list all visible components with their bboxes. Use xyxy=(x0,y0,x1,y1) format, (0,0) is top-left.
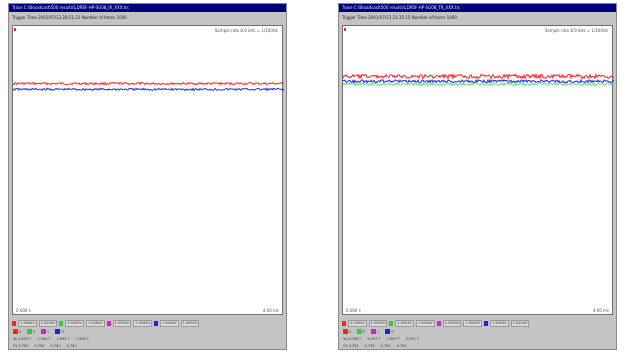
readout-row-channels: a b c d xyxy=(342,328,613,335)
channel-d-icon xyxy=(55,329,61,334)
readout-value: 0.750 xyxy=(396,343,407,348)
readout-value: 0.750 xyxy=(364,343,375,348)
readout-channel-b: b xyxy=(27,329,35,334)
readout-value: Ya 1.993 T xyxy=(13,336,32,341)
scale-cell[interactable]: 1.5094V xyxy=(18,320,37,327)
readout-row-values: Ya 2.098 T 2.097 T 2.097 T 2.097 T xyxy=(342,335,613,342)
readout-value: Y1 0.750 xyxy=(13,343,29,348)
readout-value: 1.994 T xyxy=(56,336,70,341)
readout-row-values: Ya 1.993 T 1.994 T 1.994 T 1.994 T xyxy=(12,335,283,342)
readout-channel-b: b xyxy=(357,329,365,334)
trace-line-red xyxy=(13,81,284,86)
title-bar[interactable]: Trace C:\Broadcast\500 results\LDRSF-HP-… xyxy=(9,4,286,12)
scale-cell[interactable]: 1.5094V xyxy=(489,320,509,327)
readout-value: 2.097 T xyxy=(405,336,420,341)
readout-value: 0.750 xyxy=(380,343,391,348)
scale-cell[interactable]: 1.5094V xyxy=(463,320,482,327)
channel-c-chip[interactable] xyxy=(436,321,441,326)
trace-canvas xyxy=(343,72,614,87)
channel-d-chip[interactable] xyxy=(483,321,488,326)
scale-cell[interactable]: 1.5094V xyxy=(85,320,105,327)
channel-d-chip[interactable] xyxy=(153,321,158,326)
trace-plot[interactable]: Sample rate 8.0 kHz = 1/100Hz 0.000 s 4.… xyxy=(12,25,284,315)
readout-value: 1.994 T xyxy=(75,336,90,341)
trace-window-left[interactable]: Trace C:\Broadcast\500 results\LDRSF-HP-… xyxy=(8,3,287,350)
time-start-label: 0.000 s xyxy=(16,308,31,313)
channel-b-chip[interactable] xyxy=(389,321,394,326)
channel-d-icon xyxy=(385,329,391,334)
readout-channel-c: c xyxy=(41,329,49,334)
trace-line-red xyxy=(343,72,614,81)
channel-a-icon xyxy=(343,329,348,334)
scale-cell[interactable]: 1.5094V xyxy=(65,320,84,327)
readout-channel-d: d xyxy=(385,329,394,334)
trigger-info: Trigger Time 2001/07/13 21:15:15 Number … xyxy=(339,13,616,25)
readout-channel-d: d xyxy=(55,329,64,334)
readout-row-y1: Y1 0.750 0.750 0.750 0.750 xyxy=(12,342,283,349)
readout-panel: a b c d Ya 2.098 T 2.097 T 2.097 T 2.097… xyxy=(342,328,613,349)
readout-value: 0.750 xyxy=(66,343,77,348)
scale-cell[interactable]: 1.5094V xyxy=(180,320,200,327)
trace-canvas xyxy=(13,81,284,92)
channel-b-icon xyxy=(357,329,363,334)
readout-value: Y1 0.750 xyxy=(343,343,359,348)
scale-cell[interactable]: 1.5094V xyxy=(133,320,152,327)
time-end-label: 4.00 ms xyxy=(592,308,609,313)
channel-a-chip[interactable] xyxy=(342,321,346,326)
readout-panel: a b c d Ya 1.993 T 1.994 T 1.994 T 1.994… xyxy=(12,328,283,349)
readout-value: 2.097 T xyxy=(367,336,381,341)
readout-row-y1: Y1 0.750 0.750 0.750 0.750 xyxy=(342,342,613,349)
scale-cell[interactable]: 1.5094V xyxy=(159,320,179,327)
scale-cell[interactable]: 1.5094V xyxy=(415,320,435,327)
readout-value: 1.994 T xyxy=(37,336,51,341)
trace-line-green xyxy=(343,81,614,87)
channel-b-chip[interactable] xyxy=(59,321,64,326)
readout-value: Ya 2.098 T xyxy=(343,336,362,341)
readout-value: 2.097 T xyxy=(386,336,400,341)
scale-cell[interactable]: 1.5094V xyxy=(368,320,388,327)
readout-value: 0.750 xyxy=(50,343,61,348)
time-start-label: 0.000 s xyxy=(346,308,361,313)
scale-cell[interactable]: 1.5094V xyxy=(38,320,58,327)
title-bar[interactable]: Trace C:\Broadcast\500 results\LDRSF-HP-… xyxy=(339,4,616,12)
scale-cell[interactable]: 1.5094V xyxy=(348,320,367,327)
readout-channel-a: a xyxy=(343,329,351,334)
channel-scale-strip[interactable]: 1.5094V 1.5094V 1.5094V 1.5094V 1.5094V … xyxy=(12,320,283,327)
trace-line-blue xyxy=(343,78,614,84)
channel-a-icon xyxy=(13,329,18,334)
time-end-label: 4.00 ms xyxy=(262,308,279,313)
channel-c-chip[interactable] xyxy=(106,321,111,326)
trace-plot[interactable]: Sample rate 8.0 kHz = 1/100Hz 0.000 s 4.… xyxy=(342,25,614,315)
channel-b-icon xyxy=(27,329,33,334)
readout-channel-a: a xyxy=(13,329,21,334)
trace-window-right[interactable]: Trace C:\Broadcast\500 results\LDRSF-HP-… xyxy=(338,3,617,350)
scale-cell[interactable]: 1.5094V xyxy=(510,320,530,327)
trace-line-blue xyxy=(13,87,284,92)
scale-cell[interactable]: 1.5094V xyxy=(442,320,462,327)
channel-c-icon xyxy=(371,329,377,334)
channel-c-icon xyxy=(41,329,47,334)
channel-scale-strip[interactable]: 1.5094V 1.5094V 1.5094V 1.5094V 1.5094V … xyxy=(342,320,613,327)
trigger-info: Trigger Time 2001/07/13 20:21:21 Number … xyxy=(9,13,286,25)
channel-a-chip[interactable] xyxy=(12,321,16,326)
scale-cell[interactable]: 1.5094V xyxy=(112,320,132,327)
readout-row-channels: a b c d xyxy=(12,328,283,335)
readout-value: 0.750 xyxy=(34,343,45,348)
readout-channel-c: c xyxy=(371,329,379,334)
scale-cell[interactable]: 1.5094V xyxy=(395,320,414,327)
